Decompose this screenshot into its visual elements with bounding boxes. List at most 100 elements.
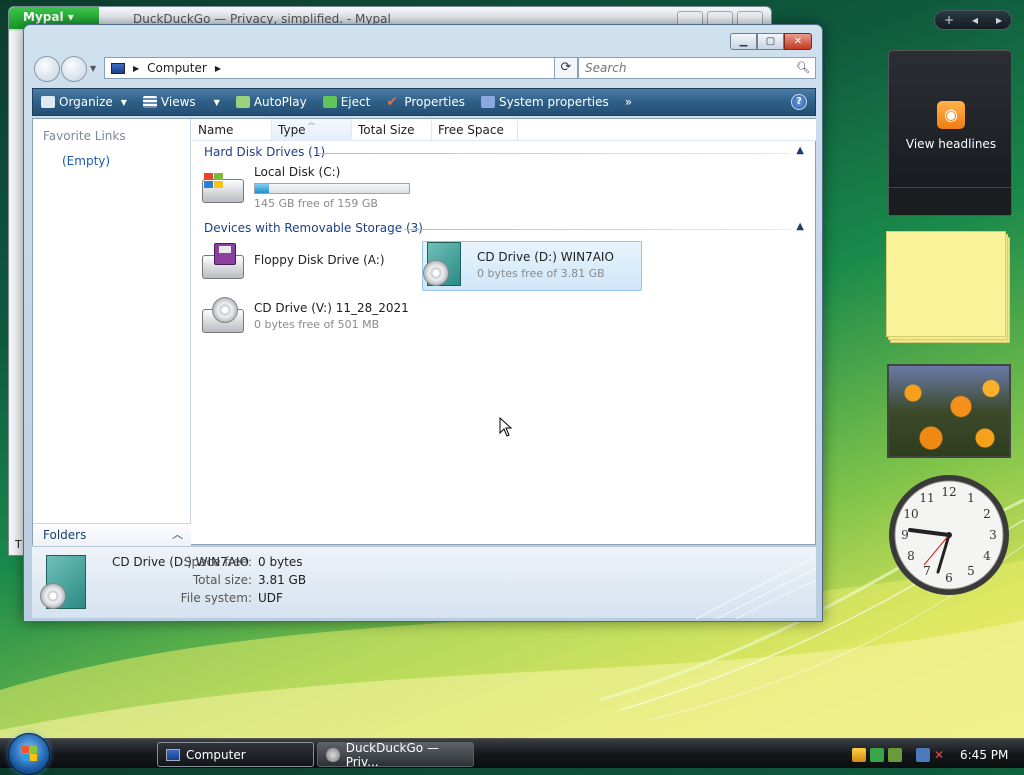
minimize-button[interactable]: ▁ — [730, 33, 757, 50]
windows-update-icon[interactable] — [888, 747, 902, 762]
group-removable-storage[interactable]: Devices with Removable Storage (3) ▲ — [204, 221, 810, 237]
address-bar[interactable]: ▶ Computer ▶ ▼ — [104, 57, 572, 79]
chevron-down-icon: ▼ — [213, 97, 220, 107]
drive-cd-d[interactable]: CD Drive (D:) WIN7AIO 0 bytes free of 3.… — [422, 241, 642, 291]
details-total-size-label: Total size: — [192, 573, 252, 587]
computer-icon — [111, 62, 125, 74]
computer-icon — [166, 748, 180, 761]
svg-text:6: 6 — [945, 571, 953, 585]
svg-text:7: 7 — [923, 564, 931, 578]
breadcrumb-arrow-icon[interactable]: ▶ — [133, 64, 139, 73]
feed-headlines-gadget[interactable]: ◉ View headlines — [888, 50, 1012, 216]
favorite-links-title: Favorite Links — [43, 129, 126, 143]
column-type[interactable]: ︿ Type — [272, 118, 352, 141]
computer-explorer-window[interactable]: ▁ ▢ ✕ ▼ ▶ Computer ▶ ▼ ⟳ 🔍︎ Organize▼ Vi… — [23, 24, 823, 622]
floppy-drive-icon — [200, 241, 248, 285]
svg-text:4: 4 — [983, 549, 991, 563]
drive-cd-v[interactable]: CD Drive (V:) 11_28_2021 0 bytes free of… — [200, 295, 420, 341]
checkmark-icon: ✔ — [386, 94, 399, 110]
slideshow-gadget[interactable] — [887, 364, 1011, 458]
details-total-size-value: 3.81 GB — [258, 573, 307, 587]
help-button[interactable]: ? — [791, 94, 807, 110]
check-icon[interactable] — [870, 747, 884, 762]
autoplay-button[interactable]: AutoPlay — [228, 89, 315, 115]
drive-label: CD Drive (D:) WIN7AIO — [477, 250, 614, 264]
breadcrumb-computer[interactable]: Computer — [147, 61, 207, 75]
navigation-pane: Favorite Links (Empty) Folders ︿ — [33, 119, 191, 546]
views-button[interactable]: Views ▼ — [135, 89, 228, 115]
folders-toggle[interactable]: Folders ︿ — [33, 523, 191, 546]
details-space-free-value: 0 bytes — [258, 555, 303, 569]
search-box[interactable]: 🔍︎ — [578, 57, 816, 79]
chevron-down-icon: ▼ — [120, 97, 127, 107]
svg-text:9: 9 — [901, 528, 909, 542]
drive-free-space: 145 GB free of 159 GB — [254, 197, 378, 210]
drive-free-space: 0 bytes free of 3.81 GB — [477, 267, 605, 280]
chevron-up-icon[interactable]: ▲ — [796, 145, 804, 156]
window-controls: ▁ ▢ ✕ — [730, 33, 812, 50]
sticky-note[interactable] — [886, 231, 1006, 337]
view-headlines-label[interactable]: View headlines — [889, 137, 1013, 151]
folders-label: Folders — [43, 528, 87, 542]
chevron-up-icon: ︿ — [172, 528, 183, 541]
more-commands-button[interactable]: » — [617, 89, 640, 115]
organize-icon — [41, 96, 55, 108]
recent-pages-dropdown[interactable]: ▼ — [90, 64, 96, 73]
group-hard-disk-drives[interactable]: Hard Disk Drives (1) ▲ — [204, 145, 810, 161]
drive-usage-bar — [254, 183, 410, 194]
back-button[interactable] — [34, 56, 60, 82]
system-properties-icon — [480, 96, 495, 108]
system-properties-button[interactable]: System properties — [473, 89, 617, 115]
svg-text:11: 11 — [919, 491, 934, 505]
command-toolbar: Organize ▼ Views ▼ AutoPlay Eject ✔ Proper… — [32, 88, 816, 116]
maximize-button[interactable]: ▢ — [757, 33, 784, 50]
svg-text:10: 10 — [903, 507, 918, 521]
chevron-up-icon[interactable]: ▲ — [796, 221, 804, 232]
start-button[interactable] — [8, 733, 50, 775]
close-button[interactable]: ✕ — [784, 33, 812, 50]
navigation-row: ▼ ▶ Computer ▶ ▼ ⟳ 🔍︎ — [32, 55, 816, 82]
cd-drive-icon — [423, 242, 471, 286]
system-tray: ✕ 6:45 PM — [852, 742, 1022, 767]
taskbar-computer-button[interactable]: Computer — [157, 742, 314, 767]
chevron-left-icon[interactable]: ◂ — [972, 13, 978, 27]
notes-gadget[interactable] — [886, 231, 1010, 343]
background-window-text: T — [15, 538, 22, 551]
drive-local-disk-c[interactable]: Local Disk (C:) 145 GB free of 159 GB — [200, 165, 420, 211]
autoplay-icon — [235, 96, 250, 108]
search-icon[interactable]: 🔍︎ — [796, 61, 810, 74]
group-divider — [318, 153, 790, 154]
network-icon[interactable] — [916, 747, 930, 762]
column-total-size[interactable]: Total Size — [352, 119, 432, 141]
security-shield-icon[interactable] — [852, 747, 866, 762]
svg-text:3: 3 — [989, 528, 997, 542]
breadcrumb-arrow-icon[interactable]: ▶ — [215, 64, 221, 73]
svg-text:5: 5 — [967, 564, 975, 578]
eject-icon — [322, 96, 337, 108]
column-name[interactable]: Name — [192, 119, 272, 141]
search-input[interactable] — [583, 59, 783, 77]
forward-button[interactable] — [61, 56, 87, 82]
drive-label: Floppy Disk Drive (A:) — [254, 253, 385, 267]
feed-gadget-footer — [889, 187, 1011, 215]
chevron-right-icon[interactable]: ▸ — [996, 13, 1002, 27]
add-gadget-button[interactable]: + — [944, 13, 954, 27]
clock-gadget[interactable]: 12 12 345 678 91011 — [886, 472, 1012, 598]
taskbar-browser-button[interactable]: DuckDuckGo — Priv... — [317, 741, 474, 769]
cd-drive-icon — [200, 295, 248, 339]
column-free-space[interactable]: Free Space — [432, 119, 518, 141]
organize-button[interactable]: Organize ▼ — [33, 89, 135, 115]
properties-button[interactable]: ✔ Properties — [378, 89, 473, 115]
refresh-button[interactable]: ⟳ — [554, 57, 578, 79]
details-decoration — [695, 556, 816, 619]
details-file-system-value: UDF — [258, 591, 283, 605]
drive-floppy-a[interactable]: Floppy Disk Drive (A:) — [200, 241, 410, 287]
drive-label: Local Disk (C:) — [254, 165, 341, 179]
details-space-free-label: Space free: — [183, 555, 252, 569]
taskbar-clock[interactable]: 6:45 PM — [960, 748, 1008, 762]
windows-logo-icon — [22, 746, 38, 762]
eject-button[interactable]: Eject — [315, 89, 379, 115]
favorite-links-empty: (Empty) — [62, 154, 111, 168]
rss-icon: ◉ — [937, 101, 965, 129]
volume-muted-icon[interactable]: ✕ — [934, 748, 948, 762]
